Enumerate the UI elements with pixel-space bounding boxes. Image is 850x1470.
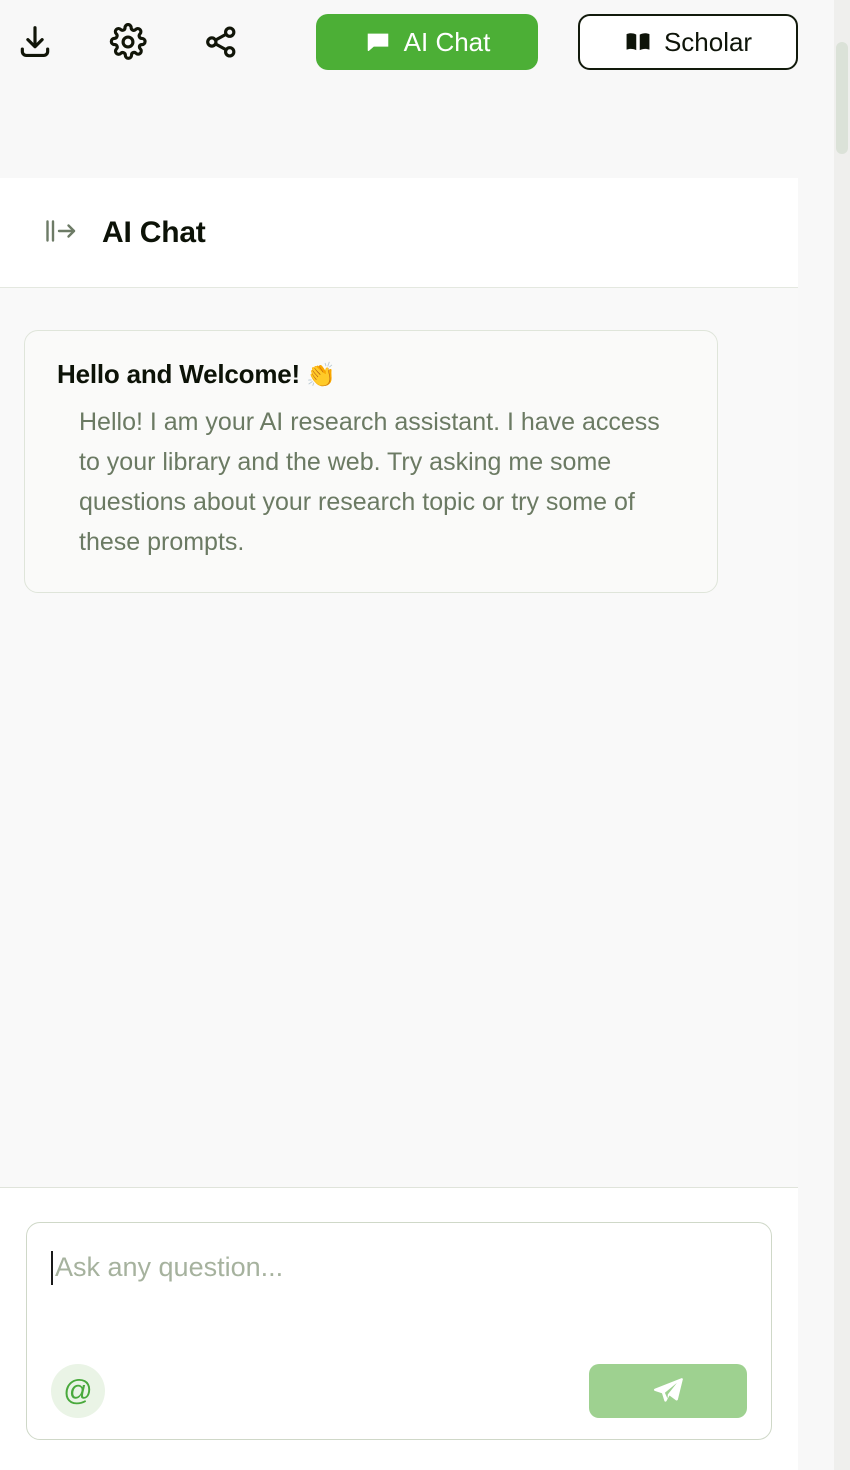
send-paper-plane-icon	[651, 1374, 685, 1408]
clapping-hands-icon: 👏	[305, 362, 336, 389]
composer-input-row	[51, 1249, 747, 1363]
share-icon	[202, 23, 240, 61]
top-toolbar: AI Chat Scholar	[0, 0, 799, 178]
welcome-message-card: Hello and Welcome! 👏 Hello! I am your AI …	[24, 330, 718, 594]
panel-expand-right-icon	[44, 217, 78, 248]
composer[interactable]: @	[26, 1222, 772, 1440]
ai-chat-panel-screen: AI Chat Scholar AI Chat Hello and Welcom…	[0, 0, 850, 1470]
mention-button[interactable]: @	[51, 1364, 105, 1418]
download-button[interactable]	[14, 15, 57, 69]
panel-expand-button[interactable]	[38, 213, 84, 253]
ai-chat-tab-label: AI Chat	[403, 26, 491, 57]
settings-button[interactable]	[107, 15, 150, 69]
share-button[interactable]	[199, 15, 242, 69]
settings-gear-icon	[109, 23, 147, 61]
chat-bubble-icon	[364, 28, 392, 56]
composer-container: @	[0, 1187, 798, 1470]
open-book-icon	[624, 28, 652, 56]
send-button[interactable]	[589, 1364, 747, 1418]
welcome-body: Hello! I am your AI research assistant. …	[79, 408, 660, 557]
download-icon	[16, 23, 54, 61]
page-scrollbar-track[interactable]	[834, 0, 850, 1470]
top-toolbar-row: AI Chat Scholar	[0, 0, 799, 84]
page-title: AI Chat	[102, 215, 206, 249]
ai-chat-tab-button[interactable]: AI Chat	[316, 14, 539, 70]
scholar-tab-button[interactable]: Scholar	[578, 14, 799, 70]
page-scrollbar-thumb[interactable]	[836, 42, 848, 154]
scholar-tab-label: Scholar	[663, 26, 753, 57]
at-mention-icon: @	[63, 1374, 93, 1407]
main-panel: AI Chat Scholar AI Chat Hello and Welcom…	[0, 0, 799, 1470]
question-input[interactable]	[53, 1249, 747, 1285]
welcome-title-row: Hello and Welcome! 👏	[57, 357, 685, 392]
welcome-title: Hello and Welcome!	[57, 359, 300, 389]
message-list: Hello and Welcome! 👏 Hello! I am your AI …	[0, 288, 798, 1187]
chat-header: AI Chat	[0, 178, 798, 288]
composer-actions: @	[51, 1363, 747, 1419]
